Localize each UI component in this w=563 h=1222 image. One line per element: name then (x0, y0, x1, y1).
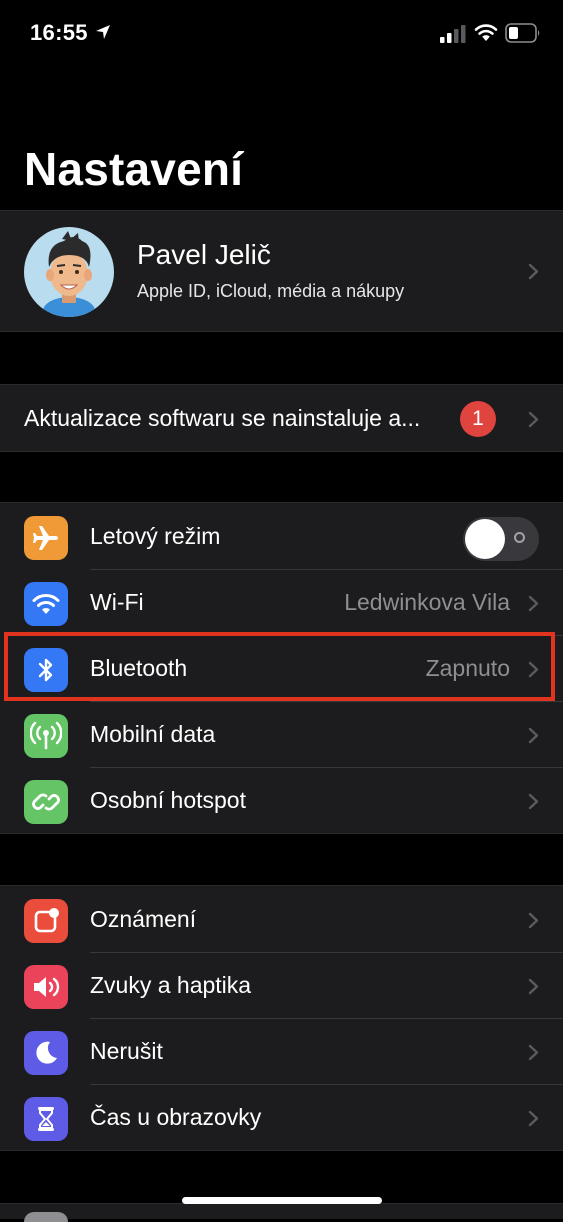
antenna-icon (24, 714, 68, 758)
mobile-data-row[interactable]: Mobilní data (0, 701, 563, 767)
mobile-data-label: Mobilní data (90, 721, 216, 747)
airplane-icon (24, 516, 68, 560)
memoji-avatar-icon (43, 231, 95, 317)
general-settings-icon (24, 1212, 68, 1222)
update-badge: 1 (460, 401, 496, 437)
chevron-right-icon (528, 912, 539, 929)
chevron-right-icon (528, 411, 539, 428)
sounds-haptics-row[interactable]: Zvuky a haptika (0, 952, 563, 1018)
speaker-icon (24, 965, 68, 1009)
chevron-right-icon (528, 978, 539, 995)
chevron-right-icon (528, 1044, 539, 1061)
sounds-haptics-label: Zvuky a haptika (90, 972, 252, 998)
profile-row[interactable]: Pavel Jelič Apple ID, iCloud, média a ná… (0, 211, 563, 331)
personal-hotspot-label: Osobní hotspot (90, 787, 246, 813)
bluetooth-value: Zapnuto (425, 655, 510, 681)
hotspot-icon (24, 780, 68, 824)
chevron-right-icon (528, 793, 539, 810)
wifi-row[interactable]: Wi-Fi Ledwinkova Vila (0, 569, 563, 635)
profile-subtitle: Apple ID, iCloud, média a nákupy (137, 281, 405, 301)
moon-icon (24, 1031, 68, 1075)
battery-icon (505, 23, 540, 43)
software-update-label: Aktualizace softwaru se nainstaluje a... (24, 405, 421, 431)
toggle-knob (465, 519, 505, 559)
chevron-right-icon (528, 595, 539, 612)
notifications-icon (24, 899, 68, 943)
bluetooth-icon (24, 648, 68, 692)
bluetooth-label: Bluetooth (90, 655, 188, 681)
chevron-right-icon (528, 661, 539, 678)
airplane-mode-row: Letový režim (0, 503, 563, 569)
personal-hotspot-row[interactable]: Osobní hotspot (0, 767, 563, 833)
do-not-disturb-row[interactable]: Nerušit (0, 1018, 563, 1084)
avatar (24, 227, 114, 317)
screen-time-row[interactable]: Čas u obrazovky (0, 1084, 563, 1150)
wifi-value: Ledwinkova Vila (344, 589, 510, 615)
airplane-mode-label: Letový režim (90, 523, 221, 549)
location-arrow-icon (96, 25, 110, 39)
status-time: 16:55 (30, 20, 88, 45)
update-group: Aktualizace softwaru se nainstaluje a...… (0, 384, 563, 452)
next-group-peek (0, 1203, 563, 1219)
profile-name: Pavel Jelič (137, 239, 271, 270)
cellular-signal-icon (440, 25, 466, 43)
wifi-label: Wi-Fi (90, 589, 144, 615)
screen-time-label: Čas u obrazovky (90, 1104, 262, 1130)
toggle-off-indicator (514, 532, 525, 543)
wifi-icon (474, 24, 498, 41)
chevron-right-icon (528, 1110, 539, 1127)
bluetooth-row[interactable]: Bluetooth Zapnuto (0, 635, 563, 701)
page-title: Nastavení (24, 143, 244, 195)
notifications-group: Oznámení Zvuky a haptika Nerušit Čas u o… (0, 885, 563, 1151)
chevron-right-icon (528, 263, 539, 280)
notifications-label: Oznámení (90, 906, 197, 932)
wifi-icon (24, 582, 68, 626)
software-update-row[interactable]: Aktualizace softwaru se nainstaluje a...… (0, 385, 563, 451)
home-indicator[interactable] (182, 1197, 382, 1204)
notifications-row[interactable]: Oznámení (0, 886, 563, 952)
profile-group: Pavel Jelič Apple ID, iCloud, média a ná… (0, 210, 563, 332)
airplane-mode-toggle[interactable] (463, 517, 539, 561)
status-bar: 16:55 (0, 0, 563, 70)
do-not-disturb-label: Nerušit (90, 1038, 163, 1064)
hourglass-icon (24, 1097, 68, 1141)
chevron-right-icon (528, 727, 539, 744)
connectivity-group: Letový režim Wi-Fi Ledwinkova Vila Bluet… (0, 502, 563, 834)
